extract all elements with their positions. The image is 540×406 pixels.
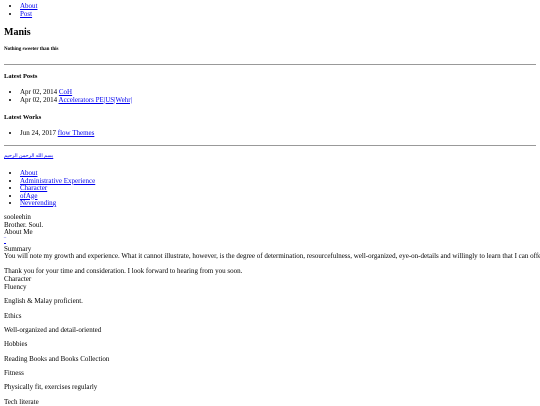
bismillah-link[interactable]: بسم الله الرحمن الرحيم [4,153,53,159]
hobbies-label: Hobbies [4,340,28,348]
toggle-link[interactable]: ‾ [4,238,6,244]
summary-text: You will note my growth and experience. … [4,252,540,260]
top-nav: About Post [4,2,38,19]
profile-block: sooleehin Brother. Soul. About Me [4,213,43,237]
divider [4,145,536,146]
top-nav-link-post[interactable]: Post [20,10,32,18]
divider [4,64,536,65]
latest-posts-heading: Latest Posts [4,73,38,80]
post-link[interactable]: Accelerators PE|US|Wehr| [59,96,132,104]
section-nav-link-neverending[interactable]: Neverending [20,199,56,207]
fitness-label: Fitness [4,369,24,377]
about-me-heading: About Me [4,228,33,236]
section-nav-item: Neverending [20,199,95,208]
ethics-label: Ethics [4,312,22,320]
site-title: Manis [4,27,31,38]
post-item: Apr 02, 2014 Accelerators PE|US|Wehr| [20,95,132,105]
latest-posts-list: Apr 02, 2014 CoH Apr 02, 2014 Accelerato… [4,88,132,105]
work-date: Jun 24, 2017 [20,129,56,137]
character-label: Character [4,275,32,283]
post-date: Apr 02, 2014 [20,95,58,104]
fluency-text: English & Malay proficient. [4,297,83,305]
work-link[interactable]: flow Themes [58,129,95,137]
site-tagline: Nothing sweeter than this [4,47,59,52]
section-nav: About Administrative Experience Characte… [4,169,95,208]
work-item: Jun 24, 2017 flow Themes [20,129,95,138]
hobbies-text: Reading Books and Books Collection [4,355,110,363]
fluency-label: Fluency [4,283,27,291]
ethics-text: Well-organized and detail-oriented [4,326,102,334]
fitness-text: Physically fit, exercises regularly [4,383,98,391]
latest-works-list: Jun 24, 2017 flow Themes [4,129,95,138]
thanks-text: Thank you for your time and consideratio… [4,267,243,275]
top-nav-item-post: Post [20,10,38,19]
latest-works-heading: Latest Works [4,114,42,121]
